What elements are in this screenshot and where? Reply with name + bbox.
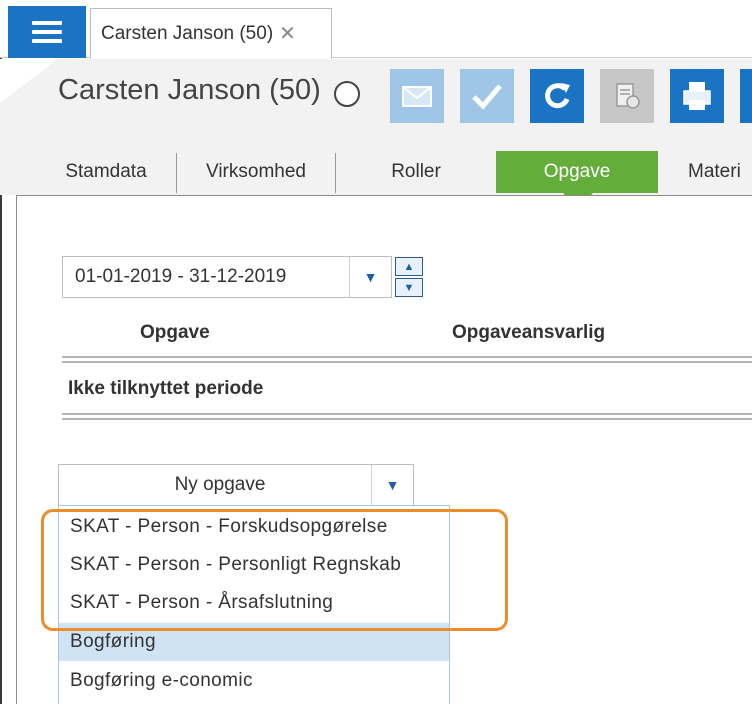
document-tab-label: Carsten Janson (50): [101, 22, 274, 44]
circle-icon[interactable]: [334, 81, 360, 107]
tab-materiale[interactable]: Materi: [672, 151, 752, 193]
period-value: 01-01-2019 - 31-12-2019: [75, 266, 287, 287]
new-task-label: Ny opgave: [174, 474, 266, 495]
envelope-icon: [402, 86, 432, 107]
tab-opgave[interactable]: Opgave: [496, 151, 658, 193]
tab-label: Materi: [688, 161, 741, 182]
top-tab-bar: Carsten Janson (50) ✕: [0, 0, 752, 59]
table-divider: [62, 413, 752, 420]
column-header-task: Opgave: [140, 322, 210, 343]
tab-label: Stamdata: [65, 161, 147, 182]
tab-label: Opgave: [543, 161, 611, 182]
task-option-label: Bogføring e-conomic: [70, 670, 253, 691]
new-task-dropdown[interactable]: Ny opgave ▼: [58, 464, 414, 506]
header-fold-decoration: [0, 59, 58, 103]
record-tab-bar: Stamdata Virksomhed Roller Opgave Materi: [0, 151, 752, 195]
printer-icon: [683, 82, 711, 110]
chevron-down-icon[interactable]: ▼: [371, 465, 413, 505]
close-icon[interactable]: ✕: [279, 21, 296, 46]
approve-button[interactable]: [460, 69, 514, 123]
document-stamp-icon: [616, 83, 640, 109]
refresh-icon: [545, 83, 570, 109]
record-header: Carsten Janson (50): [0, 59, 752, 151]
print-button[interactable]: [670, 69, 724, 123]
section-unlinked-period: Ikke tilknyttet periode: [68, 378, 264, 399]
annotation-highlight-box: [41, 509, 508, 631]
chevron-down-icon[interactable]: ▼: [349, 257, 391, 297]
hamburger-menu-icon[interactable]: [8, 6, 86, 58]
tab-label: Roller: [391, 161, 441, 182]
email-button[interactable]: [390, 69, 444, 123]
refresh-button[interactable]: [530, 69, 584, 123]
stamp-button[interactable]: [600, 69, 654, 123]
task-option-label: Bogføring: [70, 631, 156, 652]
tab-virksomhed[interactable]: Virksomhed: [177, 151, 335, 193]
tab-stamdata[interactable]: Stamdata: [36, 151, 176, 193]
period-stepper[interactable]: ▲ ▼: [395, 257, 423, 297]
tab-roller[interactable]: Roller: [336, 151, 496, 193]
chevron-up-icon[interactable]: ▲: [395, 257, 423, 276]
tab-label: Virksomhed: [206, 161, 306, 182]
checkmark-icon: [472, 84, 502, 110]
toolbar-overflow-button[interactable]: [740, 69, 752, 123]
period-dropdown[interactable]: 01-01-2019 - 31-12-2019 ▼: [62, 256, 392, 298]
document-tab[interactable]: Carsten Janson (50) ✕: [90, 8, 332, 59]
chevron-down-icon[interactable]: ▼: [395, 278, 423, 297]
column-header-owner: Opgaveansvarlig: [452, 322, 606, 343]
page-title: Carsten Janson (50): [58, 74, 321, 106]
table-divider: [62, 356, 752, 363]
task-option[interactable]: Bogføring e-conomic: [59, 662, 449, 700]
